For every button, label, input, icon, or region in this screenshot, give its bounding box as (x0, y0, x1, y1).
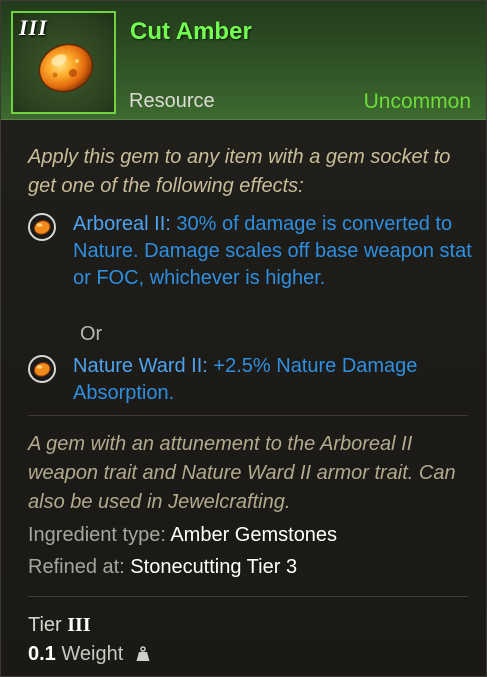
tier-label: Tier (28, 614, 62, 636)
weight-label: Weight (61, 643, 124, 665)
refined-at-row: Refined at: Stonecutting Tier 3 (28, 556, 297, 579)
property-value: Stonecutting Tier 3 (130, 556, 298, 578)
ingredient-type-row: Ingredient type: Amber Gemstones (28, 524, 337, 547)
item-name: Cut Amber (130, 18, 252, 45)
amber-gem-icon (28, 355, 56, 383)
effect-separator: Or (80, 323, 103, 345)
flavor-text: A gem with an attunement to the Arboreal… (28, 433, 456, 513)
weight-icon (136, 646, 150, 661)
item-type: Resource (129, 90, 215, 112)
property-label: Ingredient type: (28, 524, 166, 546)
property-value: Amber Gemstones (170, 524, 338, 546)
tier-value: III (67, 614, 91, 636)
amber-gem-icon (28, 213, 56, 241)
divider (28, 596, 468, 597)
item-rarity: Uncommon (363, 90, 471, 113)
item-icon-frame: III (11, 11, 116, 114)
tier-row: Tier III (28, 614, 91, 637)
effect-name: Nature Ward II: (73, 355, 208, 377)
tooltip-header: III Cut Amber Resource Uncommon (1, 1, 486, 120)
item-tooltip: III Cut Amber Resource Uncommon Apply th… (0, 0, 487, 677)
weight-row: 0.1 Weight (28, 643, 151, 666)
item-description: Apply this gem to any item with a gem so… (28, 146, 451, 197)
weight-value: 0.1 (28, 643, 56, 665)
effect-name: Arboreal II: (73, 213, 171, 235)
amber-gem-icon (38, 43, 94, 93)
divider (28, 415, 468, 416)
property-label: Refined at: (28, 556, 125, 578)
